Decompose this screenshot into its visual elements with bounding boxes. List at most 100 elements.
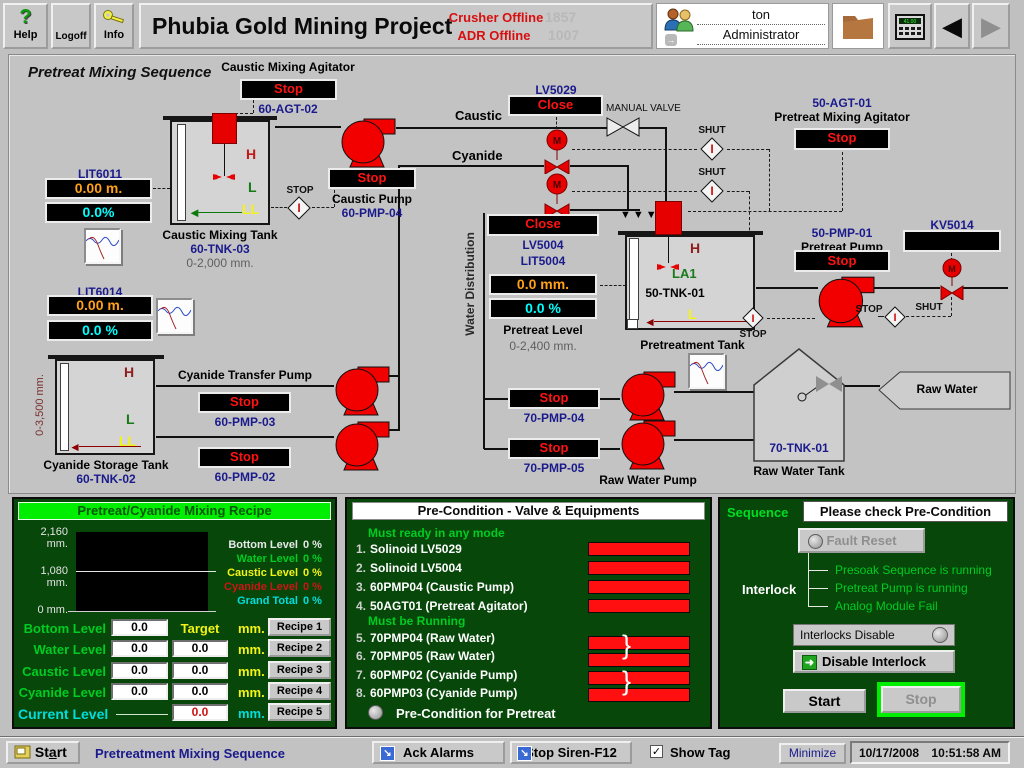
recipe-row3-value2[interactable]: 0.0 — [172, 662, 228, 679]
recipe-row2-value1[interactable]: 0.0 — [111, 640, 168, 657]
pmp70-04-status[interactable]: Stop — [508, 388, 600, 409]
dash-tankstop — [767, 318, 815, 319]
stop-siren-icon: ↘ — [517, 746, 532, 761]
info-button[interactable]: Info — [94, 3, 134, 49]
pipe-caustic-2 — [639, 127, 667, 129]
recipe-row5-value[interactable]: 0.0 — [172, 704, 228, 721]
prev-page-button[interactable]: ◀ — [934, 3, 970, 49]
recipe-row4-value1[interactable]: 0.0 — [111, 683, 168, 700]
pmp02-icon — [332, 421, 390, 471]
sequence-stop-button[interactable]: Stop — [881, 686, 961, 713]
folder-button[interactable] — [832, 3, 884, 49]
pretreat-pump-status[interactable]: Stop — [794, 250, 890, 272]
interlock-item-1: Presoak Sequence is running — [835, 563, 992, 577]
precondition-led — [368, 705, 383, 720]
pretreat-agitator-status[interactable]: Stop — [794, 128, 890, 150]
user-panel[interactable]: → ton Administrator — [656, 3, 829, 49]
recipe-4-button[interactable]: Recipe 4 — [268, 682, 331, 700]
recipe-axis-bottom: 0 mm. — [20, 604, 68, 616]
stop-siren-button[interactable]: ↘ Stop Siren-F12 — [510, 741, 632, 764]
recipe-1-button[interactable]: Recipe 1 — [268, 618, 331, 636]
recipe-axis-top: 2,160 mm. — [20, 526, 68, 550]
recipe-row3-unit: mm. — [238, 664, 265, 679]
recipe-row3-value1[interactable]: 0.0 — [111, 662, 168, 679]
water-distribution-label: Water Distribution — [463, 229, 477, 339]
caustic-tank-flow-line — [198, 212, 242, 213]
raw-water-banner-label: Raw Water — [892, 382, 1002, 396]
minimize-button[interactable]: Minimize — [779, 743, 846, 764]
pc-item2-indicator — [588, 561, 690, 575]
help-icon: ? — [5, 5, 46, 29]
logoff-button[interactable]: Logoff — [51, 3, 91, 49]
recipe-5-button[interactable]: Recipe 5 — [268, 703, 331, 721]
interlocks-disable-radio[interactable] — [932, 627, 948, 643]
pretreat-tank-tag: 50-TNK-01 — [630, 286, 720, 300]
pretreat-trend-icon[interactable] — [688, 353, 725, 389]
dash-agt01-down — [842, 152, 843, 211]
dash-stopdiamond-l — [271, 207, 287, 208]
recipe-row2-label: Water Level — [18, 642, 106, 657]
recipe-row2-value2[interactable]: 0.0 — [172, 640, 228, 657]
help-button[interactable]: ? Help — [3, 3, 48, 49]
kv5014-status[interactable] — [903, 230, 1001, 252]
pc-item6-indicator — [588, 653, 690, 667]
caustic-tank-tag: 60-TNK-03 — [145, 242, 295, 256]
disable-interlock-button[interactable]: ➜ Disable Interlock — [793, 650, 955, 673]
pretreat-tank-h: H — [690, 240, 700, 256]
datetime-box: 10/17/2008 10:51:58 AM — [850, 741, 1010, 764]
recipe-3-button[interactable]: Recipe 3 — [268, 661, 331, 679]
interlock-item-2: Pretreat Pump is running — [835, 581, 968, 595]
recipe-chart-midline — [76, 571, 216, 572]
lit6014-value: 0.00 m. — [47, 295, 153, 316]
recipe-row1-label: Bottom Level — [18, 621, 106, 636]
recipe-row5-label: Current Level — [18, 706, 114, 722]
interlock-item-3: Analog Module Fail — [835, 599, 938, 613]
lv5029-status[interactable]: Close — [508, 95, 603, 116]
dash-lit6011 — [153, 188, 170, 189]
page-title: Phubia Gold Mining Project — [152, 13, 452, 40]
pmp70-05-status[interactable]: Stop — [508, 438, 600, 459]
pmp02-status[interactable]: Stop — [198, 447, 291, 468]
start-icon — [14, 745, 31, 759]
screen-title: Pretreat Mixing Sequence — [28, 64, 211, 81]
caustic-agitator-label: Caustic Mixing Agitator — [213, 60, 363, 74]
pmp03-tag: 60-PMP-03 — [195, 415, 295, 429]
caustic-agitator-status[interactable]: Stop — [240, 79, 337, 100]
next-page-button[interactable]: ▶ — [972, 3, 1010, 49]
lv5004-status[interactable]: Close — [487, 214, 599, 236]
fault-reset-button[interactable]: Fault Reset — [798, 528, 925, 553]
recipe-2-button[interactable]: Recipe 2 — [268, 639, 331, 657]
pretreat-level-label: Pretreat Level — [483, 323, 603, 337]
cyanide-tank-tag: 60-TNK-02 — [20, 472, 192, 486]
pmp02-tag: 60-PMP-02 — [195, 470, 295, 484]
user-role: Administrator — [697, 27, 825, 45]
lit6011-trend-icon[interactable] — [84, 228, 121, 264]
recipe-row5-unit: mm. — [238, 706, 265, 721]
ack-alarms-button[interactable]: ↘ Ack Alarms — [372, 741, 505, 764]
recipe-row1-value1[interactable]: 0.0 — [111, 619, 168, 636]
raw-pump2-icon — [618, 420, 676, 470]
pmp03-status[interactable]: Stop — [198, 392, 291, 413]
sequence-start-button[interactable]: Start — [783, 689, 866, 713]
interlock-tree-branch3 — [808, 606, 828, 607]
tank-stop-interlock-icon: I — [742, 307, 764, 329]
pmp03-icon — [332, 366, 390, 416]
pc-item6-num: 6. — [352, 649, 366, 663]
lit6014-trend-icon[interactable] — [156, 298, 193, 334]
pc-item1-indicator — [588, 542, 690, 556]
recipe-title: Pretreat/Cyanide Mixing Recipe — [18, 502, 331, 520]
pretreat-agitator-shaft — [668, 235, 669, 263]
calculator-button[interactable]: 41.00 — [888, 3, 932, 49]
recipe-row4-value2[interactable]: 0.0 — [172, 683, 228, 700]
taskbar-start-button[interactable]: Start — [6, 741, 80, 764]
svg-text:M: M — [553, 180, 561, 191]
sequence-status: Please check Pre-Condition — [803, 501, 1008, 522]
show-tag-checkbox[interactable]: ✓ — [650, 745, 663, 758]
caustic-pump-status[interactable]: Stop — [328, 168, 416, 189]
caustic-tank-gauge — [177, 124, 186, 221]
pc-brace-1: } — [622, 630, 631, 661]
pretreat-gauge-foot — [627, 319, 638, 329]
recipe-chart — [76, 532, 208, 612]
caustic-agitator-motor — [212, 113, 237, 144]
recipe-row1-unit: mm. — [238, 621, 265, 636]
